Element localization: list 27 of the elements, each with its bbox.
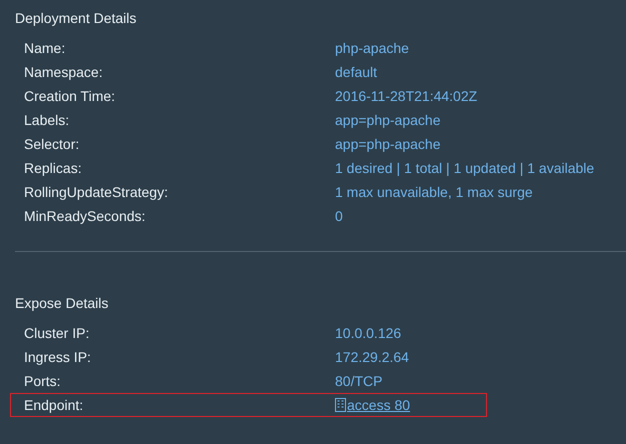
field-value: app=php-apache <box>335 134 440 154</box>
endpoint-link[interactable]: access 80 <box>335 394 410 416</box>
field-label: Name: <box>24 38 66 58</box>
field-label: RollingUpdateStrategy: <box>24 182 169 202</box>
field-value: 172.29.2.64 <box>335 348 409 366</box>
field-label: Namespace: <box>24 62 104 82</box>
field-value: default <box>335 62 378 82</box>
field-label: Creation Time: <box>24 86 116 106</box>
field-value: 2016-11-28T21:44:02Z <box>335 86 478 106</box>
field-value: 0 <box>335 206 343 226</box>
field-label: Selector: <box>24 134 80 154</box>
field-label: Ingress IP: <box>24 348 92 367</box>
field-label: Labels: <box>24 110 70 130</box>
field-value: 80/TCP <box>335 372 382 390</box>
section-title: Expose Details <box>15 294 110 313</box>
field-label: Ports: <box>24 372 62 390</box>
section-title: Deployment Details <box>15 9 138 28</box>
field-label: Replicas: <box>24 158 83 178</box>
field-value: 1 max unavailable, 1 max surge <box>335 182 533 202</box>
field-label: MinReadySeconds: <box>24 206 146 226</box>
field-label: Endpoint: <box>24 396 84 415</box>
field-value: app=php-apache <box>335 110 440 130</box>
field-value: 10.0.0.126 <box>335 324 402 342</box>
field-value: php-apache <box>335 38 409 58</box>
field-value: 1 desired | 1 total | 1 updated | 1 available <box>335 158 594 178</box>
field-label: Cluster IP: <box>24 324 90 342</box>
building-icon <box>335 398 346 412</box>
